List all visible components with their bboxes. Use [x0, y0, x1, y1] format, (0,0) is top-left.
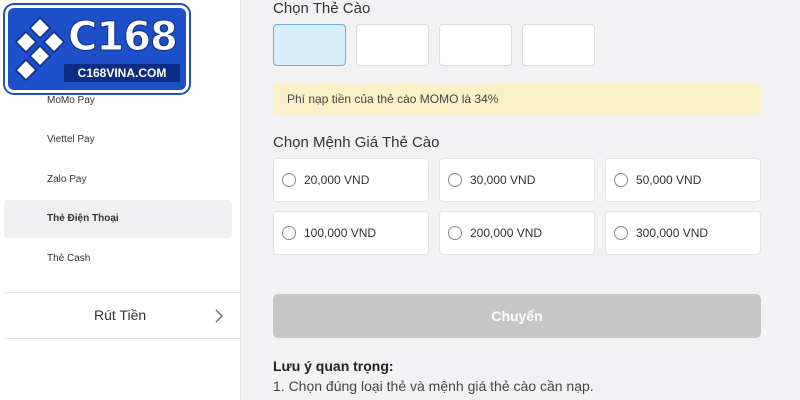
sidebar-item-the-cash[interactable]: Thẻ Cash	[4, 240, 232, 278]
withdraw-menu-item[interactable]: Rút Tiền	[4, 294, 240, 338]
denomination-label: 200,000 VND	[470, 226, 543, 240]
card-section-title: Chọn Thẻ Cào	[273, 0, 371, 17]
logo-domain: C168VINA.COM	[64, 64, 180, 82]
sidebar-item-label: Viettel Pay	[47, 134, 95, 145]
denomination-option-100000[interactable]: 100,000 VND	[273, 211, 429, 255]
card-type-option-1[interactable]	[273, 24, 346, 66]
sidebar-item-the-dien-thoai[interactable]: Thẻ Điện Thoại	[4, 200, 232, 238]
sidebar: C168 C168VINA.COM MoMo Pay Viettel Pay Z…	[0, 0, 241, 400]
radio-icon	[282, 173, 296, 187]
card-type-option-4[interactable]	[522, 24, 595, 66]
submit-button[interactable]: Chuyển	[273, 294, 761, 338]
denomination-option-200000[interactable]: 200,000 VND	[439, 211, 595, 255]
sidebar-item-label: Thẻ Điện Thoại	[47, 213, 119, 224]
withdraw-label: Rút Tiền	[94, 307, 147, 323]
brand-logo: C168 C168VINA.COM	[8, 8, 186, 90]
denomination-label: 20,000 VND	[304, 173, 370, 187]
radio-icon	[614, 226, 628, 240]
radio-icon	[448, 173, 462, 187]
sidebar-divider	[4, 338, 240, 339]
denomination-label: 300,000 VND	[636, 226, 709, 240]
sidebar-item-momo-pay[interactable]: MoMo Pay	[4, 82, 232, 120]
note-line: 1. Chọn đúng loại thẻ và mệnh giá thẻ cà…	[273, 378, 594, 394]
denomination-label: 50,000 VND	[636, 173, 702, 187]
note-title: Lưu ý quan trọng:	[273, 358, 394, 374]
denomination-option-300000[interactable]: 300,000 VND	[605, 211, 761, 255]
diamond-logo-icon	[14, 16, 66, 82]
denomination-label: 100,000 VND	[304, 226, 377, 240]
card-type-option-3[interactable]	[439, 24, 512, 66]
sidebar-item-zalo-pay[interactable]: Zalo Pay	[4, 161, 232, 199]
denomination-option-50000[interactable]: 50,000 VND	[605, 158, 761, 202]
radio-icon	[448, 226, 462, 240]
sidebar-item-label: MoMo Pay	[47, 95, 95, 106]
sidebar-item-label: Zalo Pay	[47, 174, 87, 185]
logo-text: C168	[68, 14, 179, 61]
fee-notice-text: Phí nạp tiền của thẻ cào MOMO là 34%	[287, 92, 499, 106]
denomination-label: 30,000 VND	[470, 173, 536, 187]
denomination-section-title: Chọn Mệnh Giá Thẻ Cào	[273, 134, 440, 151]
fee-notice: Phí nạp tiền của thẻ cào MOMO là 34%	[273, 83, 761, 116]
chevron-right-icon	[215, 309, 224, 323]
sidebar-item-label: Thẻ Cash	[47, 253, 91, 264]
card-type-option-2[interactable]	[356, 24, 429, 66]
denomination-option-30000[interactable]: 30,000 VND	[439, 158, 595, 202]
sidebar-item-viettel-pay[interactable]: Viettel Pay	[4, 121, 232, 159]
radio-icon	[614, 173, 628, 187]
denomination-option-20000[interactable]: 20,000 VND	[273, 158, 429, 202]
sidebar-divider	[4, 292, 240, 293]
radio-icon	[282, 226, 296, 240]
